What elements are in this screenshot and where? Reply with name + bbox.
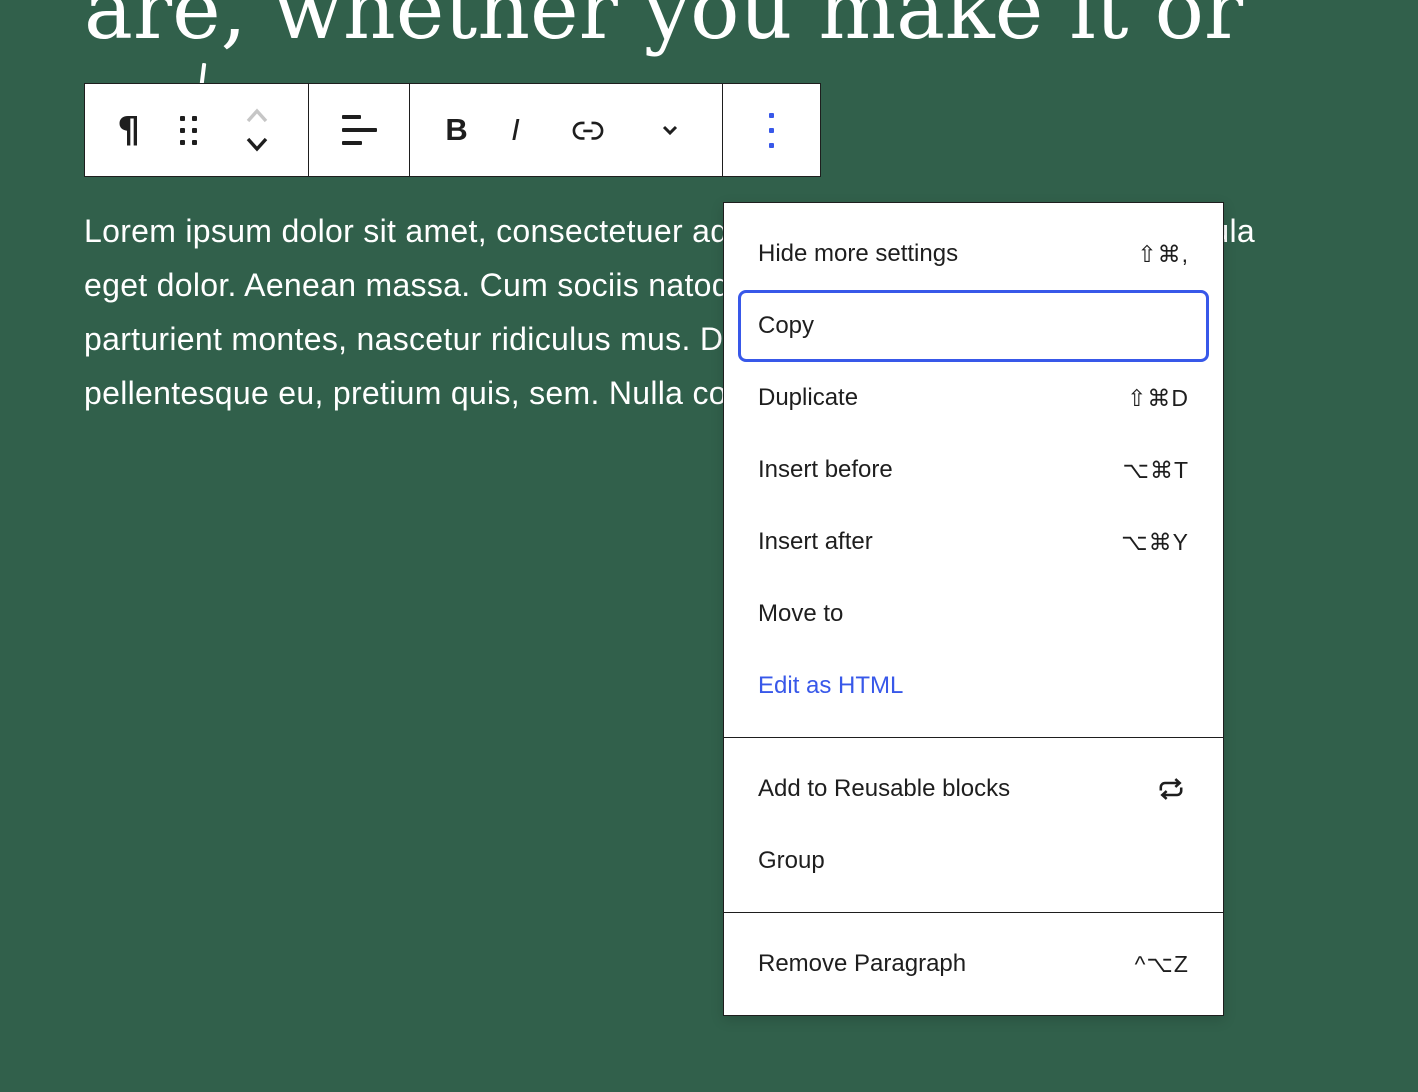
move-down-icon: [238, 130, 276, 158]
menu-item-shortcut: ⇧⌘D: [1127, 385, 1189, 412]
menu-item-label: Duplicate: [758, 384, 858, 412]
paragraph-pilcrow-icon: ¶: [117, 110, 140, 151]
menu-item-insert-before[interactable]: Insert before ⌥⌘T: [724, 434, 1223, 506]
menu-item-shortcut: ⌥⌘T: [1122, 457, 1189, 484]
reusable-block-icon: [1153, 771, 1189, 807]
menu-item-edit-as-html[interactable]: Edit as HTML: [724, 650, 1223, 722]
menu-item-shortcut: ⌥⌘Y: [1121, 529, 1189, 556]
toolbar-group-block-tools: ¶: [85, 84, 309, 176]
menu-item-move-to[interactable]: Move to: [724, 578, 1223, 650]
toolbar-group-options: [723, 84, 820, 176]
menu-item-shortcut: ^⌥Z: [1135, 951, 1189, 978]
menu-item-hide-more-settings[interactable]: Hide more settings ⇧⌘,: [724, 218, 1223, 290]
menu-item-label: Edit as HTML: [758, 672, 903, 700]
options-button[interactable]: [761, 84, 782, 176]
menu-item-label: Insert after: [758, 528, 873, 556]
menu-item-label: Move to: [758, 600, 843, 628]
block-toolbar: ¶ B: [84, 83, 821, 177]
menu-item-copy[interactable]: Copy: [738, 290, 1209, 362]
italic-button[interactable]: I: [503, 84, 532, 176]
menu-section: Remove Paragraph ^⌥Z: [724, 912, 1223, 1015]
heading-text[interactable]: are, whether you make it or: [84, 0, 1243, 52]
move-up-icon: [238, 102, 276, 130]
menu-item-label: Copy: [758, 312, 814, 340]
menu-item-duplicate[interactable]: Duplicate ⇧⌘D: [724, 362, 1223, 434]
menu-item-label: Group: [758, 847, 825, 875]
drag-handle-button[interactable]: [172, 84, 205, 176]
menu-section: Hide more settings ⇧⌘, Copy Duplicate ⇧⌘D Ins…: [724, 203, 1223, 737]
toolbar-group-formatting: B I: [410, 84, 723, 176]
menu-item-insert-after[interactable]: Insert after ⌥⌘Y: [724, 506, 1223, 578]
bold-button[interactable]: B: [437, 84, 475, 176]
link-button[interactable]: [559, 84, 617, 176]
block-mover-button[interactable]: [230, 84, 284, 176]
toolbar-group-align: [309, 84, 410, 176]
chevron-down-icon: [653, 113, 687, 147]
menu-item-remove-paragraph[interactable]: Remove Paragraph ^⌥Z: [724, 928, 1223, 1000]
heading-second-line-fragment: [200, 63, 207, 84]
menu-item-label: Insert before: [758, 456, 893, 484]
menu-item-label: Add to Reusable blocks: [758, 775, 1010, 803]
block-type-button[interactable]: ¶: [109, 84, 148, 176]
menu-item-label: Remove Paragraph: [758, 950, 966, 978]
menu-item-add-to-reusable-blocks[interactable]: Add to Reusable blocks: [724, 753, 1223, 825]
link-icon: [567, 109, 609, 151]
menu-section: Add to Reusable blocks Group: [724, 737, 1223, 912]
options-dropdown-menu: Hide more settings ⇧⌘, Copy Duplicate ⇧⌘D Ins…: [723, 202, 1224, 1016]
editor-canvas: are, whether you make it or ¶: [0, 0, 1418, 1092]
align-button[interactable]: [334, 84, 385, 176]
options-ellipsis-icon: [769, 113, 774, 148]
more-formatting-button[interactable]: [645, 84, 695, 176]
menu-item-group[interactable]: Group: [724, 825, 1223, 897]
bold-icon: B: [445, 112, 467, 148]
align-text-left-icon: [342, 115, 377, 145]
drag-handle-icon: [180, 116, 197, 145]
menu-item-shortcut: ⇧⌘,: [1137, 241, 1189, 268]
italic-icon: I: [511, 112, 524, 148]
menu-item-label: Hide more settings: [758, 240, 958, 268]
